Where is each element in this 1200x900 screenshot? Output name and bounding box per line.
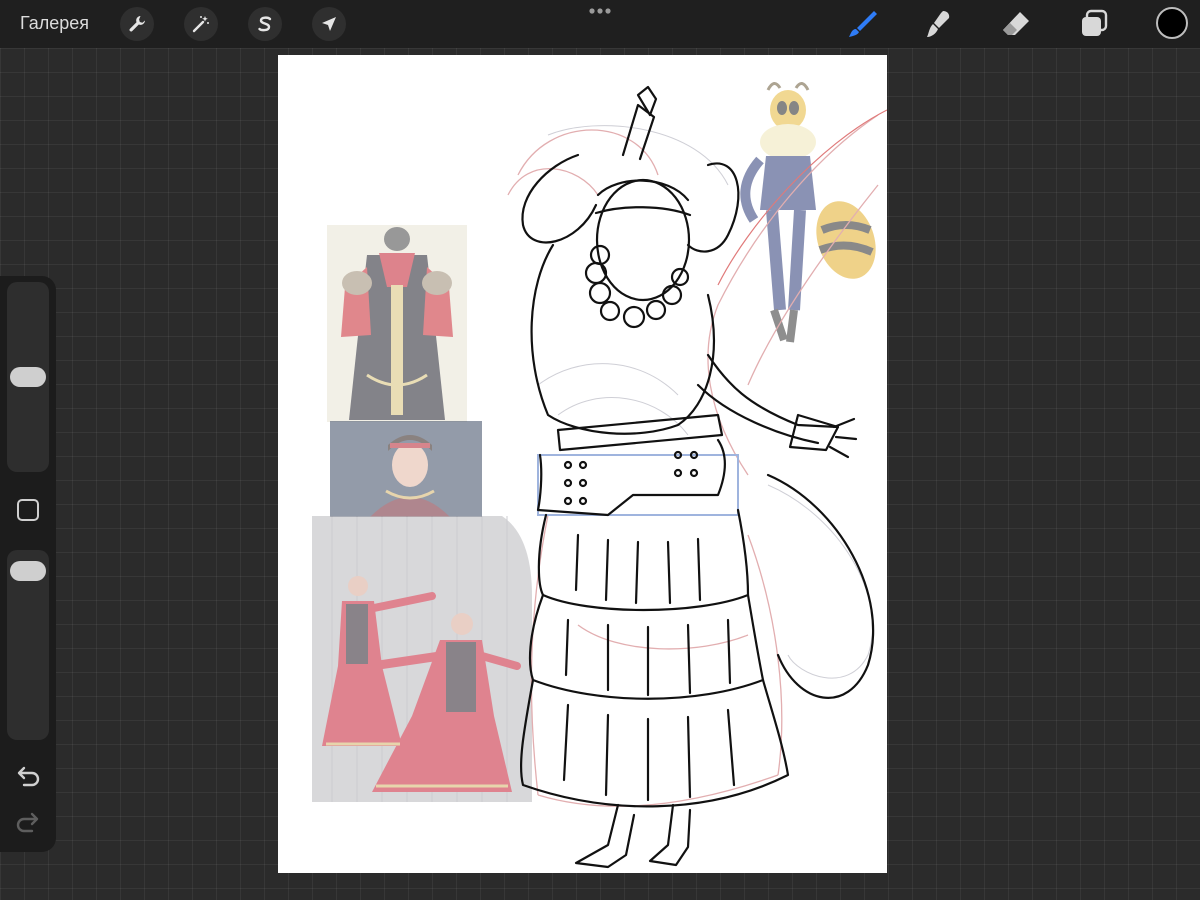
actions-button[interactable]	[120, 7, 154, 41]
selection-button[interactable]	[248, 7, 282, 41]
smudge-icon[interactable]	[922, 8, 954, 40]
eyedropper-square-button[interactable]	[16, 498, 40, 522]
color-picker-button[interactable]	[1156, 7, 1188, 39]
drawing-canvas[interactable]	[278, 55, 887, 873]
brush-icon[interactable]	[846, 8, 878, 40]
magic-wand-icon	[192, 16, 209, 33]
eraser-icon[interactable]	[1000, 8, 1032, 40]
more-options-icon[interactable]	[588, 5, 612, 17]
line-art-drawing	[507, 85, 887, 869]
wrench-icon	[129, 16, 145, 32]
undo-icon[interactable]	[14, 764, 42, 788]
gallery-button[interactable]: Галерея	[20, 13, 89, 34]
opacity-slider-thumb[interactable]	[10, 560, 46, 581]
adjustments-button[interactable]	[184, 7, 218, 41]
selection-s-icon	[258, 16, 272, 32]
brush-size-slider[interactable]	[7, 282, 49, 472]
brush-size-slider-thumb[interactable]	[10, 367, 46, 387]
transform-arrow-icon	[322, 17, 336, 31]
top-toolbar: Галерея	[0, 0, 1200, 48]
opacity-slider[interactable]	[7, 550, 49, 740]
left-sidebar	[0, 276, 56, 852]
transform-button[interactable]	[312, 7, 346, 41]
layers-icon[interactable]	[1078, 8, 1110, 40]
redo-icon[interactable]	[14, 810, 42, 834]
